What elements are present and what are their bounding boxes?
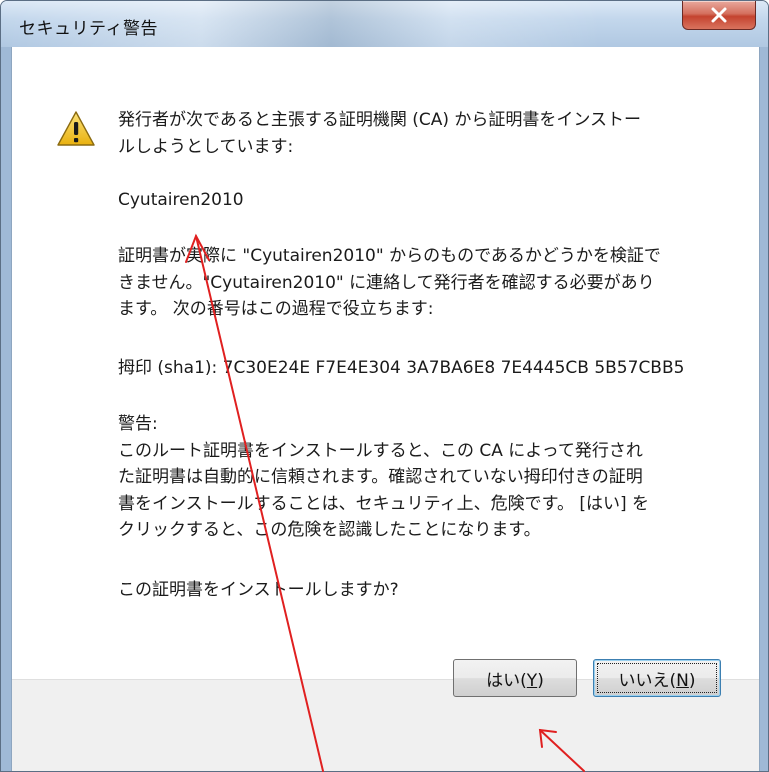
thumbprint: 拇印 (sha1): 7C30E24E F7E4E304 3A7BA6E8 7E… — [118, 355, 733, 382]
close-button[interactable] — [682, 1, 756, 30]
warning-line: このルート証明書をインストールすると、この CA によって発行され — [118, 440, 643, 461]
issuer-text: Cyutairen2010 — [118, 190, 244, 210]
warning-line: クリックすると、この危険を認識したことになります。 — [118, 520, 541, 540]
issuer-name: Cyutairen2010 — [118, 187, 733, 214]
close-icon — [711, 7, 727, 23]
warning-triangle-icon — [57, 111, 95, 146]
no-button[interactable]: いいえ(N) — [593, 659, 721, 697]
yes-label: はい(Y) — [486, 670, 544, 691]
window-title: セキュリティ警告 — [19, 19, 158, 39]
install-question: この証明書をインストールしますか? — [118, 577, 733, 604]
verify-line: きません。"Cyutairen2010" に連絡して発行者を確認する必要があり — [118, 272, 655, 293]
security-warning-dialog: セキュリティ警告 発行者が次であると主張する証明機関 (CA) から証明書をイン… — [0, 0, 769, 772]
title-bar[interactable]: セキュリティ警告 — [1, 1, 768, 47]
focus-rectangle — [597, 663, 717, 693]
thumbprint-text: 拇印 (sha1): 7C30E24E F7E4E304 3A7BA6E8 7E… — [118, 358, 685, 378]
intro-text: 発行者が次であると主張する証明機関 (CA) から証明書をインストー ルしようと… — [118, 107, 733, 160]
warning-line: た証明書は自動的に信頼されます。確認されていない拇印付きの証明 — [118, 467, 643, 487]
verify-line: ます。 次の番号はこの過程で役立ちます: — [118, 299, 434, 319]
warning-line: 書をインストールすることは、セキュリティ上、危険です。 [はい] を — [118, 493, 650, 514]
verify-line: 証明書が実際に "Cyutairen2010" からのものであるかどうかを検証で — [118, 246, 661, 266]
verify-text: 証明書が実際に "Cyutairen2010" からのものであるかどうかを検証で… — [118, 243, 733, 323]
warning-heading: 警告: — [118, 414, 158, 434]
warning-section: 警告: このルート証明書をインストールすると、この CA によって発行され た証… — [118, 411, 733, 544]
yes-button[interactable]: はい(Y) — [453, 659, 577, 697]
intro-line: 発行者が次であると主張する証明機関 (CA) から証明書をインストー — [118, 110, 642, 130]
intro-line: ルしようとしています: — [118, 136, 294, 157]
question-text: この証明書をインストールしますか? — [118, 580, 399, 600]
